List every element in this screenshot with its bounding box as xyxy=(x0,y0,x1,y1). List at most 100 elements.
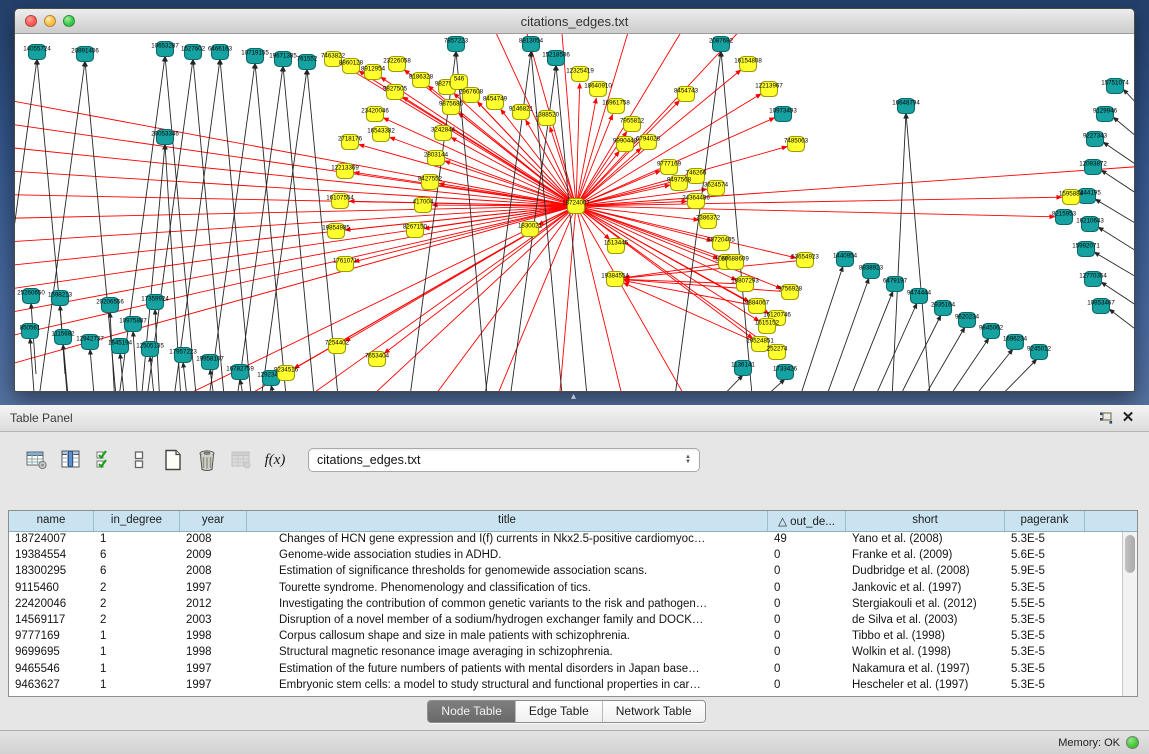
graph-node[interactable]: 8427552 xyxy=(418,175,443,190)
graph-node[interactable]: 2803144 xyxy=(424,151,449,166)
graph-node[interactable]: 10653287 xyxy=(151,42,179,57)
graph-node[interactable]: 9990448 xyxy=(613,137,638,152)
float-panel-icon[interactable] xyxy=(1095,408,1117,428)
graph-node[interactable]: 6479197 xyxy=(883,277,908,292)
graph-node[interactable]: 546 xyxy=(451,75,468,90)
graph-node[interactable]: 8215953 xyxy=(1052,210,1077,225)
graph-node[interactable]: 9245012 xyxy=(1027,345,1052,360)
citation-edge[interactable] xyxy=(531,51,566,391)
citation-edge[interactable] xyxy=(576,206,1055,217)
graph-node[interactable]: 15992071 xyxy=(1072,242,1100,257)
column-header-year[interactable]: year xyxy=(180,511,247,531)
graph-node[interactable]: 18640910 xyxy=(584,82,612,97)
citation-edge[interactable] xyxy=(165,59,220,391)
graph-node[interactable]: 8454749 xyxy=(483,95,508,110)
minimize-window-icon[interactable] xyxy=(44,15,56,27)
graph-node[interactable]: 20891406 xyxy=(71,47,99,62)
graph-node[interactable]: 9497568 xyxy=(667,176,692,191)
graph-node[interactable]: 3624574 xyxy=(704,181,729,196)
graph-node[interactable]: 9620234 xyxy=(955,313,980,328)
graph-node[interactable]: 1696234 xyxy=(1003,335,1028,350)
table-row[interactable]: 2242004622012Investigating the contribut… xyxy=(9,597,1137,613)
graph-node[interactable]: 1115682 xyxy=(51,330,75,345)
citation-edge[interactable] xyxy=(943,338,989,391)
graph-node[interactable]: 1527602 xyxy=(181,45,206,60)
citation-edge[interactable] xyxy=(150,356,155,391)
table-row[interactable]: 946362711997Embryonic stem cells: a mode… xyxy=(9,678,1137,694)
citation-edge[interactable] xyxy=(193,59,228,391)
citation-edge[interactable] xyxy=(576,148,641,206)
graph-node[interactable]: 7653404 xyxy=(365,352,390,367)
graph-node[interactable]: 1136141 xyxy=(731,361,755,376)
graph-node[interactable]: 9845062 xyxy=(979,324,1004,339)
graph-node[interactable]: 1513445 xyxy=(604,239,629,254)
graph-node[interactable]: 8912954 xyxy=(361,65,386,80)
column-header-in_degree[interactable]: in_degree xyxy=(94,511,180,531)
citation-edge[interactable] xyxy=(967,349,1013,391)
function-builder-button[interactable]: f(x) xyxy=(260,446,290,474)
scrollbar-thumb[interactable] xyxy=(1125,535,1135,573)
graph-node[interactable]: 2935164 xyxy=(931,301,956,316)
graph-node[interactable]: 9234516 xyxy=(274,366,299,381)
citation-edge[interactable] xyxy=(90,349,95,391)
graph-node[interactable]: 9146821 xyxy=(509,105,534,120)
graph-node[interactable]: 16648794 xyxy=(892,99,920,114)
citation-edge[interactable] xyxy=(847,291,893,391)
graph-node[interactable]: 2087682 xyxy=(709,37,734,52)
citation-edge[interactable] xyxy=(991,359,1037,391)
graph-node[interactable]: 20053346 xyxy=(151,130,179,145)
graph-node[interactable]: 25260650 xyxy=(17,289,45,304)
graph-node[interactable]: 12505135 xyxy=(136,342,164,357)
citation-edge[interactable] xyxy=(906,113,932,391)
table-row[interactable]: 969969511998Structural magnetic resonanc… xyxy=(9,645,1137,661)
graph-node[interactable]: 2718176 xyxy=(338,135,363,150)
graph-node[interactable]: 12093872 xyxy=(1079,160,1107,175)
tab-network-table[interactable]: Network Table xyxy=(603,701,705,722)
graph-node[interactable]: 12213369 xyxy=(331,164,359,179)
table-row[interactable]: 911546021997Tourette syndrome. Phenomeno… xyxy=(9,581,1137,597)
graph-node[interactable]: 10975887 xyxy=(119,317,147,332)
graph-node[interactable]: 19384554 xyxy=(601,272,629,287)
citation-edge[interactable] xyxy=(183,362,188,391)
column-header-title[interactable]: title xyxy=(247,511,768,531)
citation-edge[interactable] xyxy=(228,66,283,391)
table-vertical-scrollbar[interactable] xyxy=(1122,532,1137,696)
network-window-titlebar[interactable]: citations_edges.txt xyxy=(15,9,1134,34)
graph-node[interactable]: 9875685 xyxy=(439,100,464,115)
citation-edge[interactable] xyxy=(15,206,576,374)
graph-node[interactable]: 23420046 xyxy=(361,107,389,122)
graph-node[interactable]: 18720405 xyxy=(707,236,735,251)
citation-edge[interactable] xyxy=(1101,170,1134,209)
citation-edge[interactable] xyxy=(1109,309,1134,348)
graph-node[interactable]: 12942737 xyxy=(76,335,104,350)
citation-edge[interactable] xyxy=(1098,227,1134,266)
graph-node[interactable]: 7386372 xyxy=(696,214,721,229)
citation-edge[interactable] xyxy=(133,331,138,391)
graph-node[interactable]: 1615152 xyxy=(755,319,780,334)
graph-node[interactable]: 12213967 xyxy=(755,82,783,97)
column-header-out_de[interactable]: △ out_de... xyxy=(768,511,846,531)
merge-rows-button[interactable] xyxy=(124,446,154,474)
table-row[interactable]: 1872400712008Changes of HCN gene express… xyxy=(9,532,1137,548)
citation-edge[interactable] xyxy=(871,303,917,391)
graph-node[interactable]: 16782759 xyxy=(226,365,254,380)
graph-node[interactable]: 8813054 xyxy=(519,37,544,52)
graph-node[interactable]: 16961758 xyxy=(602,99,630,114)
graph-node[interactable]: 1598213 xyxy=(48,291,73,306)
delete-table-button[interactable] xyxy=(192,446,222,474)
tab-edge-table[interactable]: Edge Table xyxy=(516,701,603,722)
table-row[interactable]: 946554611997Estimation of the future num… xyxy=(9,662,1137,678)
graph-node[interactable]: 8938923 xyxy=(859,264,884,279)
citation-edge[interactable] xyxy=(556,65,591,391)
graph-node[interactable]: 13654923 xyxy=(791,253,819,268)
citation-edge[interactable] xyxy=(891,113,906,391)
new-table-button[interactable] xyxy=(158,446,188,474)
tab-node-table[interactable]: Node Table xyxy=(428,701,516,722)
citation-edge[interactable] xyxy=(1103,142,1134,181)
graph-node[interactable]: 1733426 xyxy=(773,365,798,380)
graph-node[interactable]: 19854985 xyxy=(322,224,350,239)
citation-edge[interactable] xyxy=(919,327,965,391)
citation-edge[interactable] xyxy=(576,197,1062,206)
graph-node[interactable]: 12770354 xyxy=(1079,272,1107,287)
network-view-window[interactable]: citations_edges.txt 18724007140557242089… xyxy=(14,8,1135,392)
